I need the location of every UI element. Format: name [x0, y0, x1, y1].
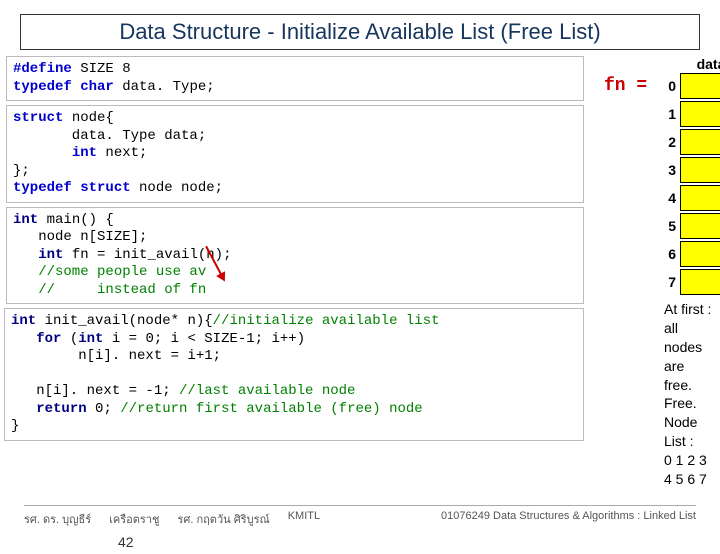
table-row: 56: [660, 212, 720, 240]
table-row: 34: [660, 156, 720, 184]
col-header-data: data: [680, 56, 720, 72]
footer-org: KMITL: [288, 510, 320, 528]
footer-author: รศ. ดร. บุญธีร์: [24, 510, 91, 528]
table-row: 7-1: [660, 268, 720, 296]
code-box-init-avail: int init_avail(node* n){//initialize ava…: [4, 308, 584, 441]
footer: รศ. ดร. บุญธีร์ เครือตราชู รศ. กฤตวัน ศิ…: [24, 505, 696, 528]
table-row: 12: [660, 100, 720, 128]
node-array-table: data next 01 12 23 34 45 56 67 7-1: [660, 56, 720, 296]
fn-label: fn =: [604, 76, 647, 96]
table-row: 01: [660, 72, 720, 100]
footer-course: 01076249 Data Structures & Algorithms : …: [441, 510, 696, 528]
footer-author: รศ. กฤตวัน ศิริบูรณ์: [177, 510, 269, 528]
code-box-defines: #define SIZE 8 typedef char data. Type;: [6, 56, 584, 101]
footer-author: เครือตราชู: [109, 510, 159, 528]
code-box-main: int main() { node n[SIZE]; int fn = init…: [6, 207, 584, 305]
slide-title: Data Structure - Initialize Available Li…: [20, 14, 700, 50]
table-row: 67: [660, 240, 720, 268]
table-header: data next: [660, 56, 720, 72]
code-box-struct: struct node{ data. Type data; int next; …: [6, 105, 584, 203]
diagram-column: fn = data next 01 12 23 34 45 56 67 7-1 …: [584, 56, 714, 441]
slide-body: #define SIZE 8 typedef char data. Type; …: [0, 56, 720, 441]
table-row: 23: [660, 128, 720, 156]
notes-text: At first : all nodes are free. Free. Nod…: [664, 300, 714, 489]
table-row: 45: [660, 184, 720, 212]
page-number: 42: [118, 534, 134, 550]
code-column: #define SIZE 8 typedef char data. Type; …: [6, 56, 584, 441]
